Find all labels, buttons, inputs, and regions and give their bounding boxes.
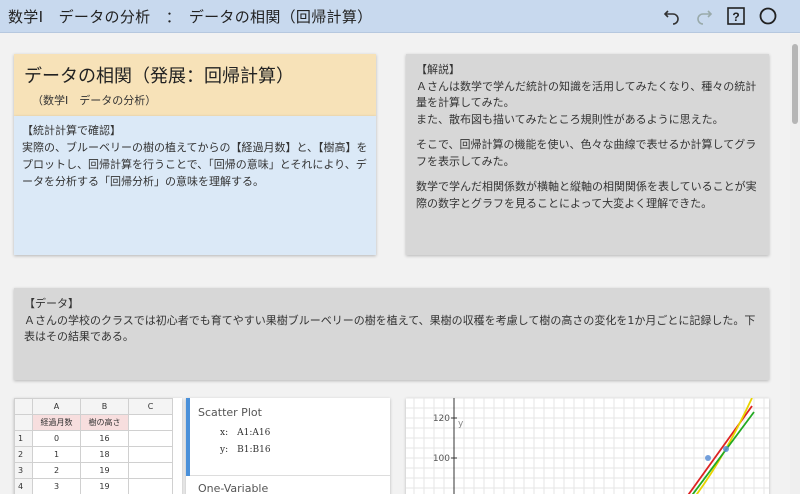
cell-empty[interactable] [128,430,173,447]
spreadsheet-view[interactable]: A B C 経過月数 樹の高さ 1 0 16 2 1 18 3 2 19 4 3… [14,398,182,494]
explanation-paragraph-1: Ａさんは数学で学んだ統計の知識を活用してみたくなり、種々の統計量を計算してみた。… [416,79,757,126]
table-row: 1 0 16 [14,430,173,447]
algebra-view: Scatter Plot x: A1:A16 y: B1:B16 One-Var… [186,398,390,494]
row-header[interactable]: 3 [14,462,33,479]
y-tick-label: 120 [433,414,450,424]
spreadsheet-table: A B C 経過月数 樹の高さ 1 0 16 2 1 18 3 2 19 4 3… [14,398,173,494]
cell-b[interactable]: 16 [80,430,129,447]
row-header[interactable]: 1 [14,430,33,447]
graphics-view[interactable]: y12010080 [406,398,769,494]
cell-b[interactable]: 19 [80,478,129,494]
data-heading: 【データ】 [24,297,79,310]
table-row: 2 1 18 [14,446,173,463]
scatter-y-range: y: B1:B16 [220,445,271,455]
cell-b-label[interactable]: 樹の高さ [80,414,129,431]
cell-empty[interactable] [128,462,173,479]
explanation-heading: 【解説】 [416,63,460,76]
intro-heading: 【統計計算で確認】 [22,124,121,137]
column-header-b[interactable]: B [80,398,129,415]
algebra-item-name: Scatter Plot [198,406,262,419]
y-axis-letter: y [458,419,464,429]
data-body: Ａさんの学校のクラスでは初心者でも育てやすい果樹ブルーベリーの樹を植えて、果樹の… [24,313,756,344]
header-card: データの相関（発展：回帰計算） （数学Ⅰ データの分析） [14,54,376,116]
cell-a[interactable]: 0 [32,430,81,447]
column-header-a[interactable]: A [32,398,81,415]
column-header-c[interactable]: C [128,398,173,415]
table-row: 3 2 19 [14,462,173,479]
row-header[interactable]: 2 [14,446,33,463]
y-tick-label: 100 [433,454,450,464]
scatter-x-range: x: A1:A16 [220,428,271,438]
explanation-paragraph-2: そこで、回帰計算の機能を使い、色々な曲線で表せるか計算してグラフを表示してみた。 [416,138,757,168]
corner-cell [14,398,33,415]
vertical-scrollbar[interactable] [790,34,800,494]
circle-icon[interactable] [758,6,778,26]
explanation-card: 【解説】 Ａさんは数学で学んだ統計の知識を活用してみたくなり、種々の統計量を計算… [406,54,769,255]
cell-empty[interactable] [128,414,173,431]
intro-card: 【統計計算で確認】 実際の、ブルーベリーの樹の植えてからの【経過月数】と、【樹高… [14,116,376,255]
header-title: データの相関（発展：回帰計算） [24,66,294,87]
scatter-point [705,455,711,461]
explanation-paragraph-3: 数学で学んだ相関係数が横軸と縦軸の相関関係を表していることが実際の数字とグラフを… [416,180,757,210]
cell-a[interactable]: 1 [32,446,81,463]
algebra-item-one-variable[interactable]: One-Variable [186,476,390,494]
cell-b[interactable]: 19 [80,462,129,479]
title-bar: 数学Ⅰ データの分析 ： データの相関（回帰計算） ? [0,0,800,33]
selection-bar [186,398,190,476]
page-title: 数学Ⅰ データの分析 ： データの相関（回帰計算） [8,7,373,26]
intro-body: 実際の、ブルーベリーの樹の植えてからの【経過月数】と、【樹高】をプロットし、回帰… [22,141,368,188]
algebra-item-scatter-plot[interactable]: Scatter Plot x: A1:A16 y: B1:B16 [186,398,390,476]
table-row: 4 3 19 [14,478,173,494]
cell-a-label[interactable]: 経過月数 [32,414,81,431]
scatter-point [723,446,729,452]
toolbar: ? [662,6,800,26]
cell-empty[interactable] [128,478,173,494]
undo-icon[interactable] [662,6,682,26]
cell-a[interactable]: 3 [32,478,81,494]
cell-a[interactable]: 2 [32,462,81,479]
help-icon-label: ? [732,10,739,24]
row-header[interactable] [14,414,33,431]
cell-empty[interactable] [128,446,173,463]
scrollbar-thumb[interactable] [792,44,798,124]
redo-icon[interactable] [694,6,714,26]
help-icon[interactable]: ? [726,6,746,26]
header-subtitle: （数学Ⅰ データの分析） [32,94,157,107]
cell-b[interactable]: 18 [80,446,129,463]
row-header[interactable]: 4 [14,478,33,494]
graph-svg: y12010080 [406,398,769,494]
worksheet-canvas: データの相関（発展：回帰計算） （数学Ⅰ データの分析） 【統計計算で確認】 実… [0,34,790,494]
data-card: 【データ】 Ａさんの学校のクラスでは初心者でも育てやすい果樹ブルーベリーの樹を植… [14,288,769,380]
